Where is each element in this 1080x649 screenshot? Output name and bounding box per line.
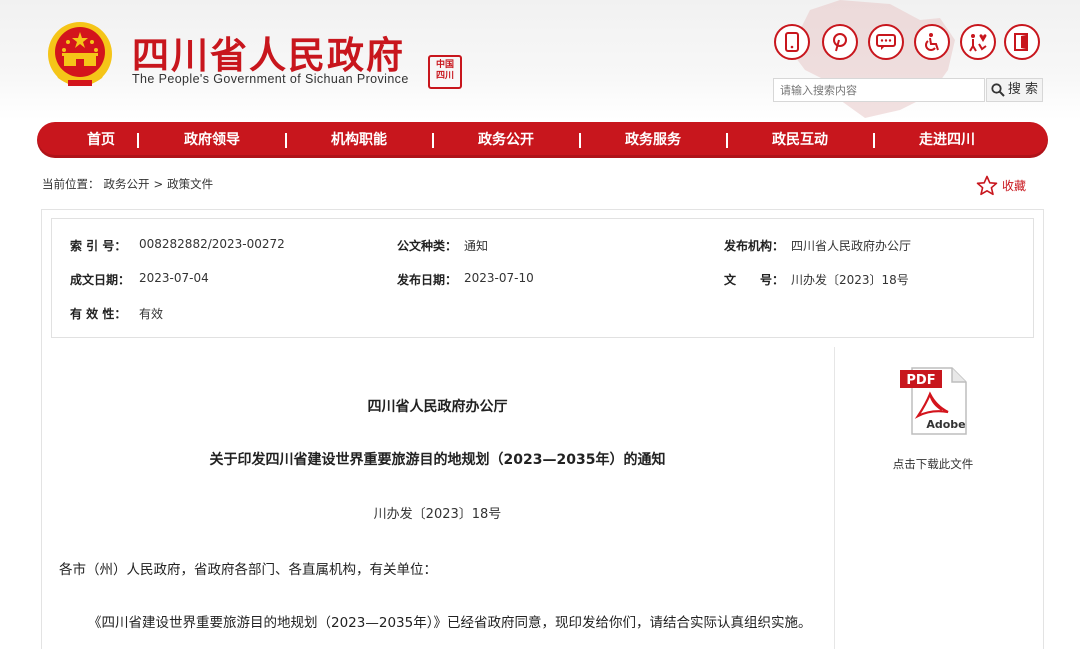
favorite-label: 收藏 — [1002, 178, 1027, 193]
star-icon — [976, 175, 998, 195]
care-mode-icon[interactable] — [960, 24, 996, 60]
document-salutation: 各市（州）人民政府，省政府各部门、各直属机构，有关单位： — [59, 562, 437, 578]
exit-icon[interactable] — [1004, 24, 1040, 60]
created-date-label: 成文日期： — [70, 273, 131, 287]
main-nav: 首页 政府领导 机构职能 政务公开 政务服务 政民互动 走进四川 — [37, 122, 1048, 158]
document-issuer: 四川省人民政府办公厅 — [367, 399, 508, 415]
document-body-paragraph: 《四川省建设世界重要旅游目的地规划（2023—2035年）》已经省政府同意，现印… — [88, 615, 812, 631]
document-number: 川办发〔2023〕18号 — [373, 507, 502, 522]
nav-item-services[interactable]: 政务服务 — [623, 122, 683, 158]
nav-item-leaders[interactable]: 政府领导 — [182, 122, 242, 158]
download-file-link[interactable]: 点击下载此文件 — [860, 456, 1006, 472]
nav-separator — [726, 133, 728, 148]
validity-value: 有效 — [139, 307, 164, 321]
search-icon — [991, 83, 1005, 97]
search-input[interactable] — [773, 78, 985, 102]
category-value: 通知 — [464, 239, 489, 253]
doc-number-label: 文 号： — [724, 273, 785, 287]
pdf-badge-text: PDF — [906, 373, 935, 388]
breadcrumb-link-policy-docs[interactable]: 政策文件 — [167, 177, 213, 191]
issuer-label: 发布机构： — [724, 239, 785, 253]
category-label: 公文种类： — [397, 239, 458, 253]
search-button-label: 搜 索 — [1007, 82, 1039, 97]
pinterest-icon[interactable] — [822, 24, 858, 60]
site-subtitle: The People's Government of Sichuan Provi… — [132, 72, 409, 86]
document-title: 关于印发四川省建设世界重要旅游目的地规划（2023—2035年）的通知 — [209, 452, 666, 468]
site-title: 四川省人民政府 — [132, 34, 405, 77]
breadcrumb-link-open-affairs[interactable]: 政务公开 — [104, 177, 150, 191]
accessibility-icon[interactable] — [914, 24, 950, 60]
content-divider — [834, 347, 835, 649]
published-date-value: 2023-07-10 — [464, 271, 534, 285]
nav-item-interaction[interactable]: 政民互动 — [770, 122, 830, 158]
message-icon[interactable] — [868, 24, 904, 60]
nav-item-functions[interactable]: 机构职能 — [329, 122, 389, 158]
nav-separator — [579, 133, 581, 148]
doc-number-value: 川办发〔2023〕18号 — [791, 273, 909, 287]
nav-separator — [432, 133, 434, 148]
validity-label: 有 效 性： — [70, 307, 127, 321]
created-date-value: 2023-07-04 — [139, 271, 209, 285]
nav-item-about-sichuan[interactable]: 走进四川 — [917, 122, 977, 158]
index-label: 索 引 号： — [70, 239, 127, 253]
document-metadata: 索 引 号： 008282882/2023-00272 公文种类： 通知 发布机… — [51, 218, 1034, 338]
china-sichuan-seal: 中国 四川 — [428, 55, 462, 89]
nav-separator — [873, 133, 875, 148]
nav-separator — [285, 133, 287, 148]
nav-item-open-affairs[interactable]: 政务公开 — [476, 122, 536, 158]
breadcrumb-separator: > — [153, 177, 164, 191]
adobe-brand-text: Adobe — [926, 418, 965, 431]
published-date-label: 发布日期： — [397, 273, 458, 287]
issuer-value: 四川省人民政府办公厅 — [791, 239, 912, 253]
nav-item-home[interactable]: 首页 — [81, 122, 121, 158]
breadcrumb-prefix: 当前位置： — [42, 177, 100, 191]
index-value: 008282882/2023-00272 — [139, 237, 285, 251]
favorite-button[interactable]: 收藏 — [976, 174, 1026, 196]
national-emblem-icon — [48, 22, 112, 86]
search-button[interactable]: 搜 索 — [986, 78, 1043, 102]
breadcrumb: 当前位置： 政务公开 > 政策文件 — [42, 176, 217, 192]
mobile-icon[interactable] — [774, 24, 810, 60]
site-header: 四川省人民政府 The People's Government of Sichu… — [0, 0, 1080, 120]
pdf-download-icon[interactable]: PDF Adobe — [900, 366, 968, 436]
nav-separator — [137, 133, 139, 148]
